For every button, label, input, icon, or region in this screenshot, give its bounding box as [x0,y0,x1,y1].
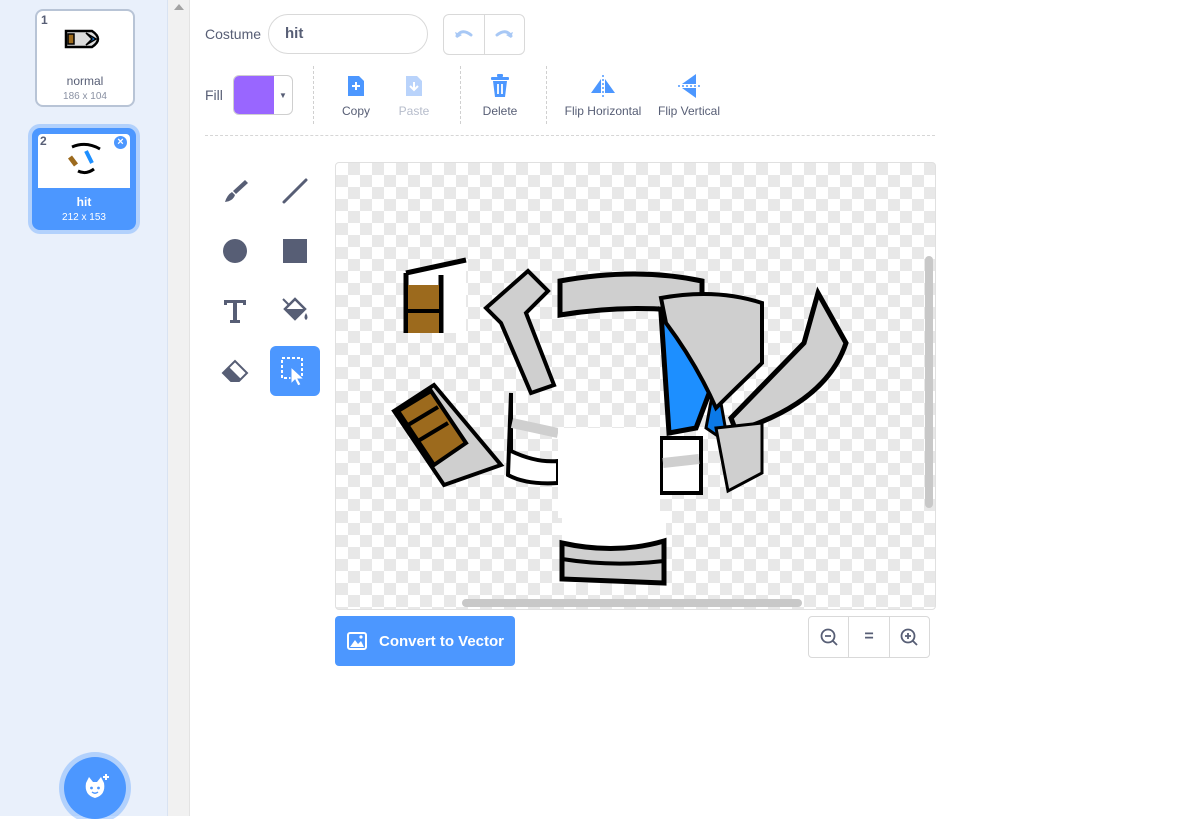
divider [313,66,314,124]
copy-icon [345,73,367,99]
paste-label: Paste [399,104,430,118]
divider [460,66,461,124]
select-icon [279,355,311,387]
zoom-in-icon [899,627,919,647]
fill-color-swatch [234,76,274,114]
add-costume-button[interactable] [64,757,126,819]
delete-button[interactable]: Delete [480,73,520,118]
canvas-artwork [336,163,936,610]
costume-list-scrollbar[interactable] [168,0,190,816]
costume-number: 2 [40,134,47,148]
paste-button[interactable]: Paste [396,73,432,118]
zoom-out-button[interactable] [809,617,848,657]
flip-horizontal-button[interactable]: Flip Horizontal [562,73,644,118]
circle-tool[interactable] [210,226,260,276]
costume-thumbnail [62,25,108,53]
chevron-down-icon: ▼ [274,76,292,114]
costume-name: normal [37,74,133,88]
redo-icon [494,28,514,42]
eraser-tool[interactable] [210,346,260,396]
select-tool[interactable] [270,346,320,396]
costume-name: hit [35,195,133,209]
rectangle-tool[interactable] [270,226,320,276]
text-tool[interactable] [210,286,260,336]
zoom-reset-button[interactable]: = [848,617,888,657]
convert-label: Convert to Vector [379,633,504,650]
costume-label: Costume [205,26,261,42]
paste-icon [403,73,425,99]
toolbar-divider [205,135,935,136]
text-icon [219,295,251,327]
canvas-vertical-scrollbar[interactable] [925,256,933,508]
zoom-reset-label: = [864,628,873,646]
undo-button[interactable] [444,15,484,54]
costume-tile-normal[interactable]: 1 normal 186 x 104 [35,9,135,107]
undo-icon [454,28,474,42]
circle-icon [219,235,251,267]
zoom-in-button[interactable] [889,617,929,657]
line-icon [279,175,311,207]
redo-button[interactable] [484,15,525,54]
delete-label: Delete [483,104,518,118]
costume-thumbnail [62,139,106,179]
image-icon [347,632,367,650]
flip-vertical-button[interactable]: Flip Vertical [654,73,724,118]
rectangle-icon [279,235,311,267]
canvas-horizontal-scrollbar[interactable] [462,599,802,607]
paint-canvas[interactable] [335,162,936,610]
paint-editor: Costume hit Fill ▼ Copy [190,0,1180,816]
scroll-up-arrow-icon[interactable] [174,4,184,10]
flip-vertical-label: Flip Vertical [658,104,720,118]
costume-size: 186 x 104 [37,91,133,102]
trash-icon [488,73,512,99]
cat-plus-icon [80,773,110,803]
brush-tool[interactable] [210,166,260,216]
copy-button[interactable]: Copy [338,73,374,118]
zoom-out-icon [819,627,839,647]
copy-label: Copy [342,104,370,118]
costume-tile-hit[interactable]: 2 × hit 212 x 153 [32,128,136,230]
divider [546,66,547,124]
fill-tool[interactable] [270,286,320,336]
fill-bucket-icon [279,295,311,327]
costume-name-input[interactable]: hit [268,14,428,54]
costume-size: 212 x 153 [35,212,133,223]
fill-label: Fill [205,87,223,103]
delete-costume-icon[interactable]: × [112,134,129,151]
line-tool[interactable] [270,166,320,216]
costume-number: 1 [41,13,48,27]
brush-icon [219,175,251,207]
flip-vertical-icon [676,73,702,99]
undo-redo-group [443,14,525,55]
fill-color-picker[interactable]: ▼ [233,75,293,115]
flip-horizontal-label: Flip Horizontal [565,104,642,118]
costume-list: 1 normal 186 x 104 2 × hit 212 x 153 [0,0,168,816]
flip-horizontal-icon [589,73,617,99]
eraser-icon [219,355,251,387]
zoom-controls: = [808,616,930,658]
convert-to-vector-button[interactable]: Convert to Vector [335,616,515,666]
